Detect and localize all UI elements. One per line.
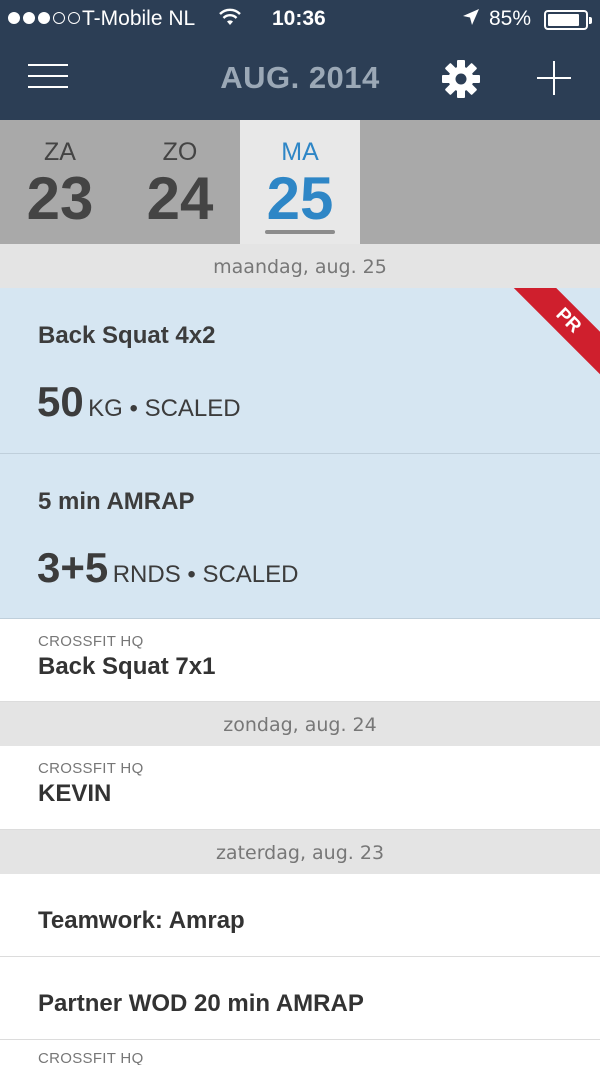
clock: 10:36 bbox=[272, 7, 326, 30]
workout-row[interactable]: CROSSFIT HQ Back Squat 7x1 bbox=[0, 619, 600, 702]
location-arrow-icon bbox=[462, 7, 480, 33]
day-number: 24 bbox=[146, 165, 214, 232]
score-value: 50 bbox=[37, 378, 84, 425]
battery-percentage: 85% bbox=[489, 7, 532, 30]
day-number: 25 bbox=[266, 165, 334, 232]
result-card[interactable]: Back Squat 4x2 50 KG • SCALED PR bbox=[0, 288, 600, 454]
date-header-monday: maandag, aug. 25 bbox=[0, 244, 600, 288]
score-value: 3+5 bbox=[37, 544, 109, 591]
workout-row[interactable]: Partner WOD 20 min AMRAP bbox=[0, 957, 600, 1040]
workout-title: Back Squat 7x1 bbox=[38, 653, 216, 680]
day-name: MA bbox=[281, 138, 319, 166]
gym-name: CROSSFIT HQ bbox=[38, 633, 144, 650]
day-tab-za[interactable]: ZA 23 bbox=[0, 120, 120, 244]
result-score: 3+5 RNDS • SCALED bbox=[37, 544, 298, 592]
result-score: 50 KG • SCALED bbox=[37, 378, 241, 426]
workout-title: KEVIN bbox=[38, 780, 112, 807]
result-card[interactable]: 5 min AMRAP 3+5 RNDS • SCALED bbox=[0, 454, 600, 619]
workout-title: Teamwork: Amrap bbox=[38, 907, 245, 934]
pr-badge: PR bbox=[507, 288, 600, 382]
gym-name: CROSSFIT HQ bbox=[38, 760, 144, 777]
top-bar: T-Mobile NL 10:36 85% AUG. 2014 bbox=[0, 0, 600, 120]
gear-icon bbox=[442, 60, 480, 98]
add-button[interactable] bbox=[534, 58, 574, 98]
status-bar: T-Mobile NL 10:36 85% bbox=[0, 0, 600, 40]
workout-title: Partner WOD 20 min AMRAP bbox=[38, 990, 364, 1017]
workout-row[interactable]: CROSSFIT HQ bbox=[0, 1040, 600, 1065]
workout-name: Back Squat 4x2 bbox=[38, 322, 216, 349]
workout-name: 5 min AMRAP bbox=[38, 488, 195, 515]
score-unit: RNDS • SCALED bbox=[112, 561, 299, 588]
day-name: ZO bbox=[162, 138, 198, 166]
page-title: AUG. 2014 bbox=[220, 60, 380, 95]
day-selector: ZA 23 ZO 24 MA 25 bbox=[0, 120, 600, 244]
day-name: ZA bbox=[44, 138, 76, 166]
score-unit: KG • SCALED bbox=[88, 395, 241, 422]
day-tab-zo[interactable]: ZO 24 bbox=[120, 120, 240, 244]
day-tab-ma[interactable]: MA 25 bbox=[240, 120, 360, 244]
workout-row[interactable]: Teamwork: Amrap bbox=[0, 874, 600, 957]
signal-strength-icon bbox=[8, 12, 80, 24]
gym-name: CROSSFIT HQ bbox=[38, 1050, 144, 1065]
carrier-name: T-Mobile NL bbox=[82, 7, 196, 30]
date-header-sunday: zondag, aug. 24 bbox=[0, 702, 600, 746]
date-header-saturday: zaterdag, aug. 23 bbox=[0, 830, 600, 874]
settings-button[interactable] bbox=[440, 58, 482, 100]
workout-row[interactable]: CROSSFIT HQ KEVIN bbox=[0, 746, 600, 830]
active-day-indicator bbox=[265, 230, 335, 234]
day-number: 23 bbox=[26, 165, 94, 232]
battery-icon bbox=[544, 10, 592, 30]
wifi-icon bbox=[218, 7, 242, 33]
